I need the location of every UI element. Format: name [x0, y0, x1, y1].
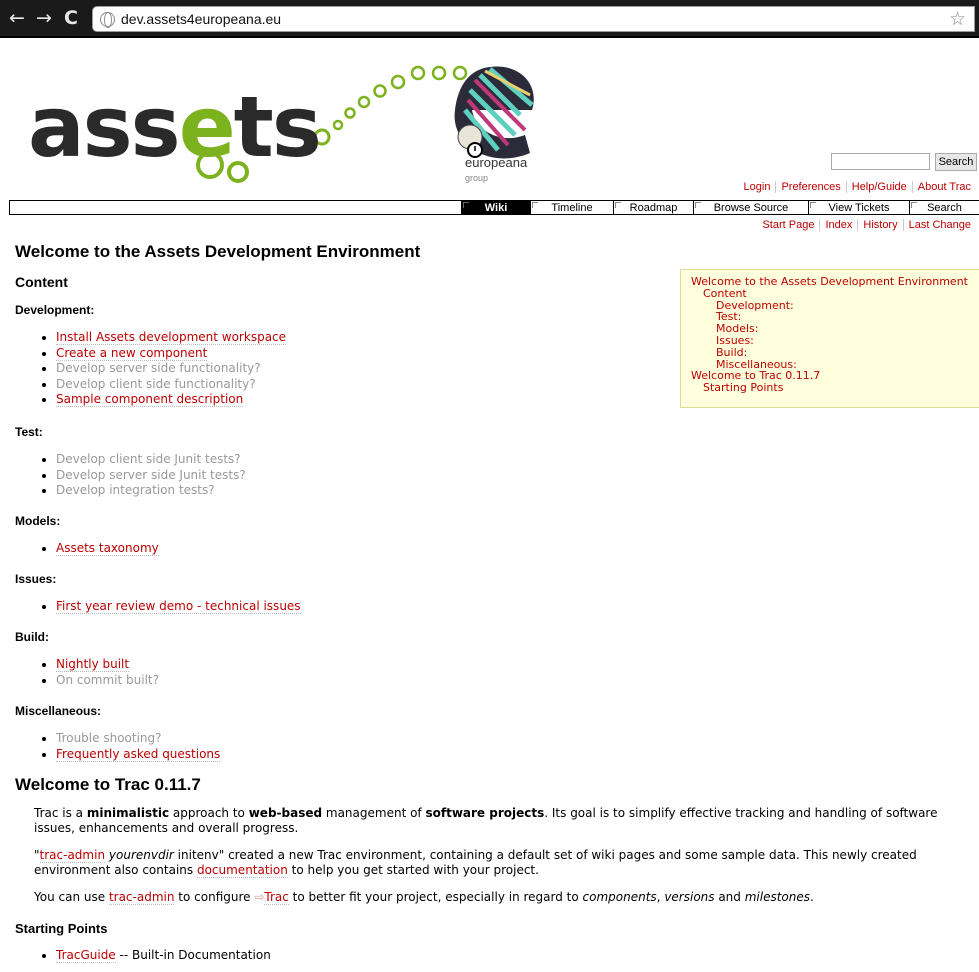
- trac-admin-paragraph: "trac-admin yourenvdir initenv" created …: [34, 848, 917, 878]
- tab-roadmap[interactable]: Roadmap: [613, 200, 693, 215]
- metanav-preferences[interactable]: Preferences: [775, 181, 846, 193]
- trac-intro-paragraph: Trac is a minimalistic approach to web-b…: [34, 806, 938, 835]
- page-title: Welcome to the Assets Development Enviro…: [15, 242, 421, 261]
- list-item: Frequently asked questions: [56, 746, 221, 763]
- trac-title: Welcome to Trac 0.11.7: [15, 775, 201, 794]
- build-heading: Build:: [15, 630, 49, 644]
- trac-admin-link[interactable]: trac-admin: [39, 848, 106, 863]
- tab-browse-source[interactable]: Browse Source: [693, 200, 808, 215]
- toc-item[interactable]: Content: [691, 287, 969, 300]
- table-of-contents: Welcome to the Assets Development Enviro…: [680, 269, 979, 408]
- toc-item[interactable]: Issues:: [691, 335, 969, 347]
- back-arrow-icon[interactable]: ←: [9, 8, 25, 28]
- wiki-link[interactable]: Install Assets development workspace: [56, 330, 287, 345]
- star-icon[interactable]: ☆: [949, 8, 966, 30]
- list-item: Develop server side Junit tests?: [56, 468, 246, 484]
- wiki-link[interactable]: First year review demo - technical issue…: [56, 599, 301, 614]
- search-input[interactable]: [831, 153, 930, 170]
- build-list: Nightly built On commit built?: [0, 657, 159, 688]
- globe-icon: [100, 12, 115, 28]
- metanav-about-trac[interactable]: About Trac: [911, 181, 976, 193]
- list-item: Develop client side functionality?: [56, 377, 286, 393]
- search-button[interactable]: Search: [935, 153, 977, 171]
- tab-timeline[interactable]: Timeline: [530, 200, 613, 215]
- wiki-link[interactable]: Sample component description: [56, 392, 244, 407]
- documentation-link[interactable]: documentation: [196, 863, 288, 878]
- starting-points-heading: Starting Points: [15, 921, 108, 936]
- metanav-login[interactable]: Login: [739, 181, 776, 193]
- logo-wordmark: assets: [28, 78, 322, 176]
- ctxnav-history[interactable]: History: [857, 219, 903, 231]
- configure-paragraph: You can use trac-admin to configure ⇨Tra…: [34, 890, 814, 905]
- ctxnav-last-change[interactable]: Last Change: [902, 219, 976, 231]
- models-list: Assets taxonomy: [0, 541, 159, 557]
- trac-admin-link[interactable]: trac-admin: [108, 890, 175, 905]
- misc-heading: Miscellaneous:: [15, 704, 102, 718]
- address-bar[interactable]: dev.assets4europeana.eu ☆: [92, 6, 975, 32]
- address-url[interactable]: dev.assets4europeana.eu: [121, 11, 281, 27]
- missing-wiki-link[interactable]: Develop server side Junit tests?: [56, 468, 246, 482]
- list-item: Develop server side functionality?: [56, 361, 286, 377]
- starting-points-list: TracGuide -- Built-in Documentation: [0, 948, 271, 964]
- europeana-label: europeana: [465, 155, 528, 170]
- main-nav: Wiki Timeline Roadmap Browse Source View…: [9, 200, 979, 215]
- list-item: Develop client side Junit tests?: [56, 452, 246, 468]
- context-nav: Start Page Index History Last Change: [757, 219, 976, 231]
- metanav: Login Preferences Help/Guide About Trac: [739, 181, 976, 193]
- missing-wiki-link[interactable]: Develop client side functionality?: [56, 377, 256, 391]
- external-link-icon: ⇨: [254, 890, 265, 904]
- list-item: Assets taxonomy: [56, 541, 159, 557]
- list-item: Nightly built: [56, 657, 159, 673]
- group-label: group: [465, 173, 489, 183]
- forward-arrow-icon[interactable]: →: [36, 8, 52, 28]
- tab-wiki[interactable]: Wiki: [461, 200, 530, 215]
- list-item: Sample component description: [56, 392, 286, 408]
- wiki-link[interactable]: Assets taxonomy: [56, 541, 159, 556]
- development-heading: Development:: [15, 303, 95, 317]
- test-heading: Test:: [15, 425, 43, 439]
- list-item: On commit built?: [56, 673, 159, 689]
- wiki-link[interactable]: TracGuide: [56, 948, 116, 963]
- ctxnav-index[interactable]: Index: [819, 219, 858, 231]
- toc-item[interactable]: Build:: [691, 346, 969, 359]
- wiki-link[interactable]: Create a new component: [56, 345, 208, 361]
- trac-external-link[interactable]: Trac: [264, 890, 289, 905]
- list-item: Install Assets development workspace: [56, 330, 287, 346]
- missing-wiki-link[interactable]: Trouble shooting?: [56, 731, 162, 745]
- misc-list: Trouble shooting? Frequently asked quest…: [0, 731, 221, 763]
- list-item: First year review demo - technical issue…: [56, 599, 301, 615]
- issues-list: First year review demo - technical issue…: [0, 599, 301, 615]
- development-list: Install Assets development workspace Cre…: [0, 330, 287, 408]
- tab-view-tickets[interactable]: View Tickets: [808, 200, 909, 215]
- issues-heading: Issues:: [15, 572, 57, 586]
- content-heading: Content: [15, 274, 68, 290]
- missing-wiki-link[interactable]: On commit built?: [56, 673, 159, 687]
- wiki-link[interactable]: Frequently asked questions: [56, 746, 221, 762]
- list-item: Trouble shooting?: [56, 731, 220, 747]
- toc-item[interactable]: Starting Points: [691, 382, 969, 394]
- list-item: TracGuide -- Built-in Documentation: [56, 948, 271, 964]
- reload-icon[interactable]: C: [64, 8, 78, 28]
- wiki-link[interactable]: Nightly built: [56, 657, 130, 672]
- assets-logo[interactable]: assets europeana group: [20, 55, 540, 185]
- list-item: Develop integration tests?: [56, 483, 246, 499]
- models-heading: Models:: [15, 514, 61, 528]
- test-list: Develop client side Junit tests? Develop…: [0, 452, 246, 499]
- missing-wiki-link[interactable]: Develop integration tests?: [56, 483, 215, 497]
- missing-wiki-link[interactable]: Develop client side Junit tests?: [56, 452, 241, 466]
- ctxnav-start-page[interactable]: Start Page: [757, 219, 819, 231]
- metanav-help-guide[interactable]: Help/Guide: [845, 181, 912, 193]
- tab-search[interactable]: Search: [909, 200, 979, 215]
- missing-wiki-link[interactable]: Develop server side functionality?: [56, 361, 261, 375]
- browser-toolbar: ← → C dev.assets4europeana.eu ☆: [0, 0, 979, 38]
- list-item: Create a new component: [56, 345, 286, 362]
